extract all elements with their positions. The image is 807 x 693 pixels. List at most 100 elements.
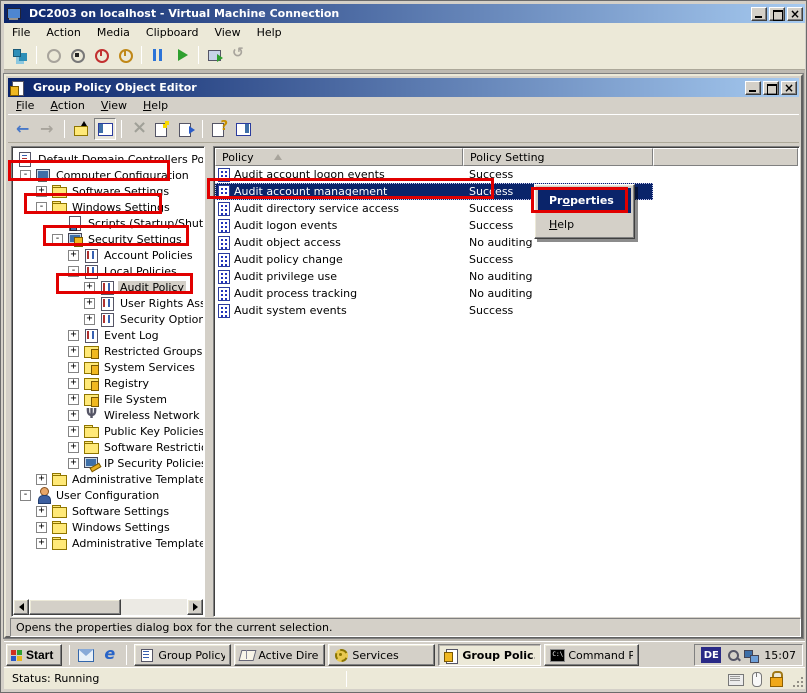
properties-button[interactable] (151, 118, 173, 140)
expand-icon[interactable]: + (68, 410, 79, 421)
show-pane-button[interactable] (232, 118, 254, 140)
tree-item-user-configuration[interactable]: -User Configuration (13, 487, 203, 503)
collapse-icon[interactable]: - (20, 490, 31, 501)
vm-menu-action[interactable]: Action (38, 24, 88, 41)
vm-menu-file[interactable]: File (4, 24, 38, 41)
expand-icon[interactable]: + (36, 538, 47, 549)
vm-menu-view[interactable]: View (206, 24, 248, 41)
scroll-thumb[interactable] (29, 599, 121, 615)
scroll-right-button[interactable] (187, 599, 203, 615)
export-list-button[interactable] (175, 118, 197, 140)
tree-item-registry[interactable]: +Registry (13, 375, 203, 391)
gpo-menu-help[interactable]: Help (135, 97, 176, 114)
expand-icon[interactable]: + (36, 506, 47, 517)
up-folder-button[interactable] (70, 118, 92, 140)
policy-row-audit-account-logon-events[interactable]: Audit account logon eventsSuccess (215, 166, 653, 183)
tree-item-public-key-policies[interactable]: +Public Key Policies (13, 423, 203, 439)
tree-item-system-services[interactable]: +System Services (13, 359, 203, 375)
tree-item-windows-settings[interactable]: -Windows Settings (13, 199, 203, 215)
play-button[interactable] (171, 44, 193, 66)
gpo-menu-action[interactable]: Action (42, 97, 92, 114)
back-button[interactable] (13, 118, 35, 140)
taskbar-button-group-policy[interactable]: Group Policy ... (134, 644, 231, 666)
language-indicator[interactable]: DE (701, 647, 721, 663)
vm-menu-help[interactable]: Help (249, 24, 290, 41)
tree-item-security-option[interactable]: +Security Option (13, 311, 203, 327)
shutdown-button[interactable] (114, 44, 136, 66)
save-state-button[interactable] (204, 44, 226, 66)
gpo-menu-file[interactable]: File (8, 97, 42, 114)
vm-menu-clipboard[interactable]: Clipboard (138, 24, 207, 41)
taskbar-button-services[interactable]: Services (328, 644, 435, 666)
help-button[interactable] (208, 118, 230, 140)
context-menu-item-help[interactable]: Help (538, 213, 631, 235)
taskbar-button-active-direct[interactable]: Active Direct... (234, 644, 325, 666)
pause-button[interactable] (147, 44, 169, 66)
expand-icon[interactable]: + (36, 186, 47, 197)
tree-item-administrative-templates[interactable]: +Administrative Templates (13, 535, 203, 551)
policy-row-audit-policy-change[interactable]: Audit policy changeSuccess (215, 251, 653, 268)
scroll-track[interactable] (121, 599, 187, 615)
tree-item-software-restrictio[interactable]: +Software Restrictio (13, 439, 203, 455)
gpo-close-button[interactable] (781, 81, 797, 95)
tree-item-administrative-templates[interactable]: +Administrative Templates (13, 471, 203, 487)
tree-item-wireless-network[interactable]: +Wireless Network ( (13, 407, 203, 423)
tree-item-ip-security-policies[interactable]: +IP Security Policies (13, 455, 203, 471)
tree-item-software-settings[interactable]: +Software Settings (13, 183, 203, 199)
vm-minimize-button[interactable] (751, 7, 767, 21)
expand-icon[interactable]: + (68, 394, 79, 405)
taskbar-button-command-pr[interactable]: Command Pr... (544, 644, 639, 666)
revert-button[interactable] (228, 44, 250, 66)
expand-icon[interactable]: + (36, 474, 47, 485)
gpo-menu-view[interactable]: View (93, 97, 135, 114)
tree-item-local-policies[interactable]: -Local Policies (13, 263, 203, 279)
expand-icon[interactable]: + (68, 458, 79, 469)
column-header-policy-setting[interactable]: Policy Setting (463, 148, 653, 166)
gpo-minimize-button[interactable] (745, 81, 761, 95)
network-icon[interactable] (744, 648, 759, 663)
tree-item-user-rights-ass[interactable]: +User Rights Ass (13, 295, 203, 311)
ctrl-alt-del-button[interactable] (9, 44, 31, 66)
tree-item-event-log[interactable]: +Event Log (13, 327, 203, 343)
tree-item-account-policies[interactable]: +Account Policies (13, 247, 203, 263)
console-tree-button[interactable] (94, 118, 116, 140)
collapse-icon[interactable]: - (68, 266, 79, 277)
forward-button[interactable] (37, 118, 59, 140)
vm-close-button[interactable] (787, 7, 803, 21)
expand-icon[interactable]: + (84, 298, 95, 309)
taskbar-clock[interactable]: 15:07 (764, 649, 796, 662)
pane-splitter[interactable] (205, 146, 213, 617)
tree-item-file-system[interactable]: +File System (13, 391, 203, 407)
policy-row-audit-process-tracking[interactable]: Audit process trackingNo auditing (215, 285, 653, 302)
mail-icon[interactable] (77, 646, 95, 664)
collapse-icon[interactable]: - (20, 170, 31, 181)
tree-item-restricted-groups[interactable]: +Restricted Groups (13, 343, 203, 359)
expand-icon[interactable]: + (68, 330, 79, 341)
delete-button[interactable] (127, 118, 149, 140)
tree-item-audit-policy[interactable]: +Audit Policy (13, 279, 203, 295)
policy-row-audit-system-events[interactable]: Audit system eventsSuccess (215, 302, 653, 319)
expand-icon[interactable]: + (68, 378, 79, 389)
ie-icon[interactable] (101, 646, 119, 664)
policy-row-audit-privilege-use[interactable]: Audit privilege useNo auditing (215, 268, 653, 285)
collapse-icon[interactable]: - (36, 202, 47, 213)
expand-icon[interactable]: + (68, 362, 79, 373)
expand-icon[interactable]: + (68, 346, 79, 357)
resize-grip[interactable] (792, 676, 804, 688)
taskbar-button-group-polic[interactable]: Group Polic... (438, 644, 541, 666)
gpo-maximize-button[interactable] (763, 81, 779, 95)
magnifier-icon[interactable] (726, 648, 741, 663)
vm-menu-media[interactable]: Media (89, 24, 138, 41)
tree-item-computer-configuration[interactable]: -Computer Configuration (13, 167, 203, 183)
turn-off-button[interactable] (90, 44, 112, 66)
tree-item-security-settings[interactable]: -Security Settings (13, 231, 203, 247)
tree-item-scripts-startup-shutdo[interactable]: Scripts (Startup/Shutdo (13, 215, 203, 231)
expand-icon[interactable]: + (68, 250, 79, 261)
power-button[interactable] (42, 44, 64, 66)
collapse-icon[interactable]: - (52, 234, 63, 245)
scroll-left-button[interactable] (13, 599, 29, 615)
expand-icon[interactable]: + (68, 426, 79, 437)
stop-button[interactable] (66, 44, 88, 66)
column-header-policy[interactable]: Policy (215, 148, 463, 166)
vm-maximize-button[interactable] (769, 7, 785, 21)
